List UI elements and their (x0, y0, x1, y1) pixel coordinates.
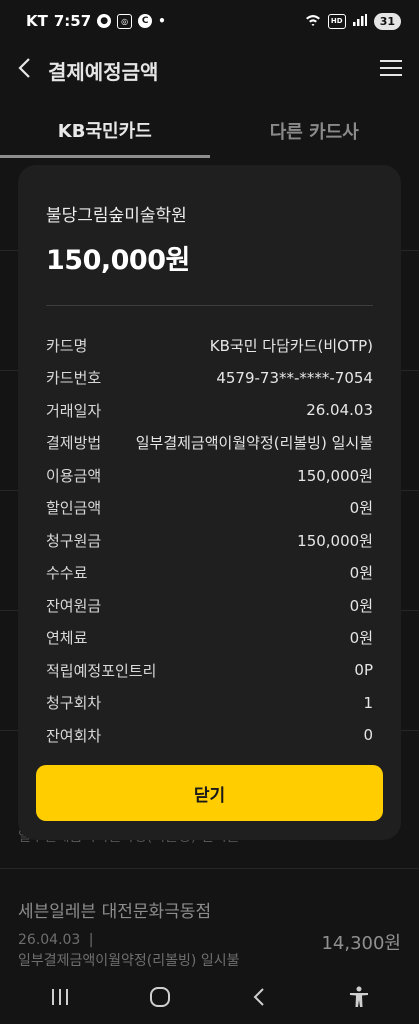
detail-label: 연체료 (46, 629, 88, 648)
modal-merchant-name: 불당그림숲미술학원 (46, 206, 187, 226)
clock: 7:57 (53, 12, 92, 30)
detail-row-billed-principal: 청구원금 150,000원 (46, 524, 373, 557)
detail-row-card-number: 카드번호 4579-73**-****-7054 (46, 362, 373, 395)
kakaotalk-icon: ● (97, 14, 112, 28)
detail-label: 카드번호 (46, 369, 102, 388)
detail-row-payment-method: 결제방법 일부결제금액이월약정(리볼빙) 일시불 (46, 427, 373, 460)
detail-label: 할인금액 (46, 499, 102, 518)
detail-label: 수수료 (46, 564, 88, 583)
c-app-icon: C (138, 14, 153, 28)
detail-value: 0P (354, 661, 373, 680)
detail-label: 청구회차 (46, 694, 102, 713)
detail-value: 150,000원 (297, 531, 373, 550)
detail-value: 0 (363, 726, 373, 745)
tab-other-card-company[interactable]: 다른 카드사 (210, 104, 419, 158)
carrier-label: KT (26, 12, 48, 30)
hamburger-menu-icon[interactable] (379, 58, 403, 82)
battery-indicator: 31 (373, 12, 401, 30)
detail-label: 결제방법 (46, 434, 102, 453)
detail-row-usage-amount: 이용금액 150,000원 (46, 459, 373, 492)
page-title: 결제예정금액 (48, 59, 159, 84)
status-bar: KT 7:57 ● ◎ C • HD 31 (0, 0, 419, 42)
list-item-date: 26.04.03 (18, 932, 81, 948)
system-navigation-bar (0, 970, 419, 1024)
detail-row-late-fee: 연체료 0원 (46, 622, 373, 655)
detail-label: 적립예정포인트리 (46, 661, 157, 680)
detail-row-expected-points: 적립예정포인트리 0P (46, 654, 373, 687)
detail-label: 카드명 (46, 336, 88, 355)
list-item-separator: | (88, 932, 94, 948)
detail-row-card-name: 카드명 KB국민 다담카드(비OTP) (46, 329, 373, 362)
app-header: 결제예정금액 (0, 46, 419, 94)
detail-value: 26.04.03 (306, 401, 373, 420)
detail-value: 0원 (349, 564, 373, 583)
detail-row-remaining-installments: 잔여회차 0 (46, 719, 373, 752)
card-company-tabs: KB국민카드 다른 카드사 (0, 104, 419, 158)
detail-label: 청구원금 (46, 531, 102, 550)
back-arrow-icon[interactable] (16, 57, 34, 83)
signal-icon (352, 13, 367, 29)
detail-value: KB국민 다담카드(비OTP) (209, 336, 373, 355)
dot-icon: • (158, 14, 166, 28)
detail-value: 0원 (349, 596, 373, 615)
detail-value: 150,000원 (297, 466, 373, 485)
detail-value: 0원 (349, 629, 373, 648)
detail-label: 잔여원금 (46, 596, 102, 615)
modal-divider (46, 305, 373, 306)
battery-level: 31 (379, 14, 395, 28)
transaction-detail-modal: 불당그림숲미술학원 150,000원 카드명 KB국민 다담카드(비OTP) 카… (18, 165, 401, 840)
detail-row-billing-installment: 청구회차 1 (46, 687, 373, 720)
detail-row-transaction-date: 거래일자 26.04.03 (46, 394, 373, 427)
wifi-icon (305, 14, 321, 29)
home-icon[interactable] (130, 977, 190, 1017)
detail-row-fee: 수수료 0원 (46, 557, 373, 590)
back-icon[interactable] (229, 977, 289, 1017)
detail-label: 거래일자 (46, 401, 102, 420)
list-item[interactable]: 세븐일레븐 대전문화극동점 26.04.03 | 일부결제금액이월약정(리볼빙)… (18, 897, 401, 970)
close-button[interactable]: 닫기 (36, 765, 383, 821)
list-item-amount: 14,300원 (321, 933, 401, 954)
detail-rows: 카드명 KB국민 다담카드(비OTP) 카드번호 4579-73**-****-… (46, 329, 373, 752)
detail-value: 1 (363, 693, 373, 712)
detail-value: 0원 (349, 499, 373, 518)
detail-label: 잔여회차 (46, 726, 102, 745)
detail-value: 4579-73**-****-7054 (216, 368, 373, 387)
list-item-merchant: 세븐일레븐 대전문화극동점 (18, 902, 212, 922)
detail-row-remaining-principal: 잔여원금 0원 (46, 589, 373, 622)
tab-kb-card[interactable]: KB국민카드 (0, 104, 210, 158)
accessibility-icon[interactable] (329, 977, 389, 1017)
detail-value: 일부결제금액이월약정(리볼빙) 일시불 (135, 434, 373, 453)
screenshot-icon: ◎ (117, 13, 133, 29)
detail-label: 이용금액 (46, 466, 102, 485)
recent-apps-icon[interactable] (30, 977, 90, 1017)
hd-icon: HD (327, 13, 346, 29)
modal-amount: 150,000원 (46, 245, 190, 276)
detail-row-discount-amount: 할인금액 0원 (46, 492, 373, 525)
